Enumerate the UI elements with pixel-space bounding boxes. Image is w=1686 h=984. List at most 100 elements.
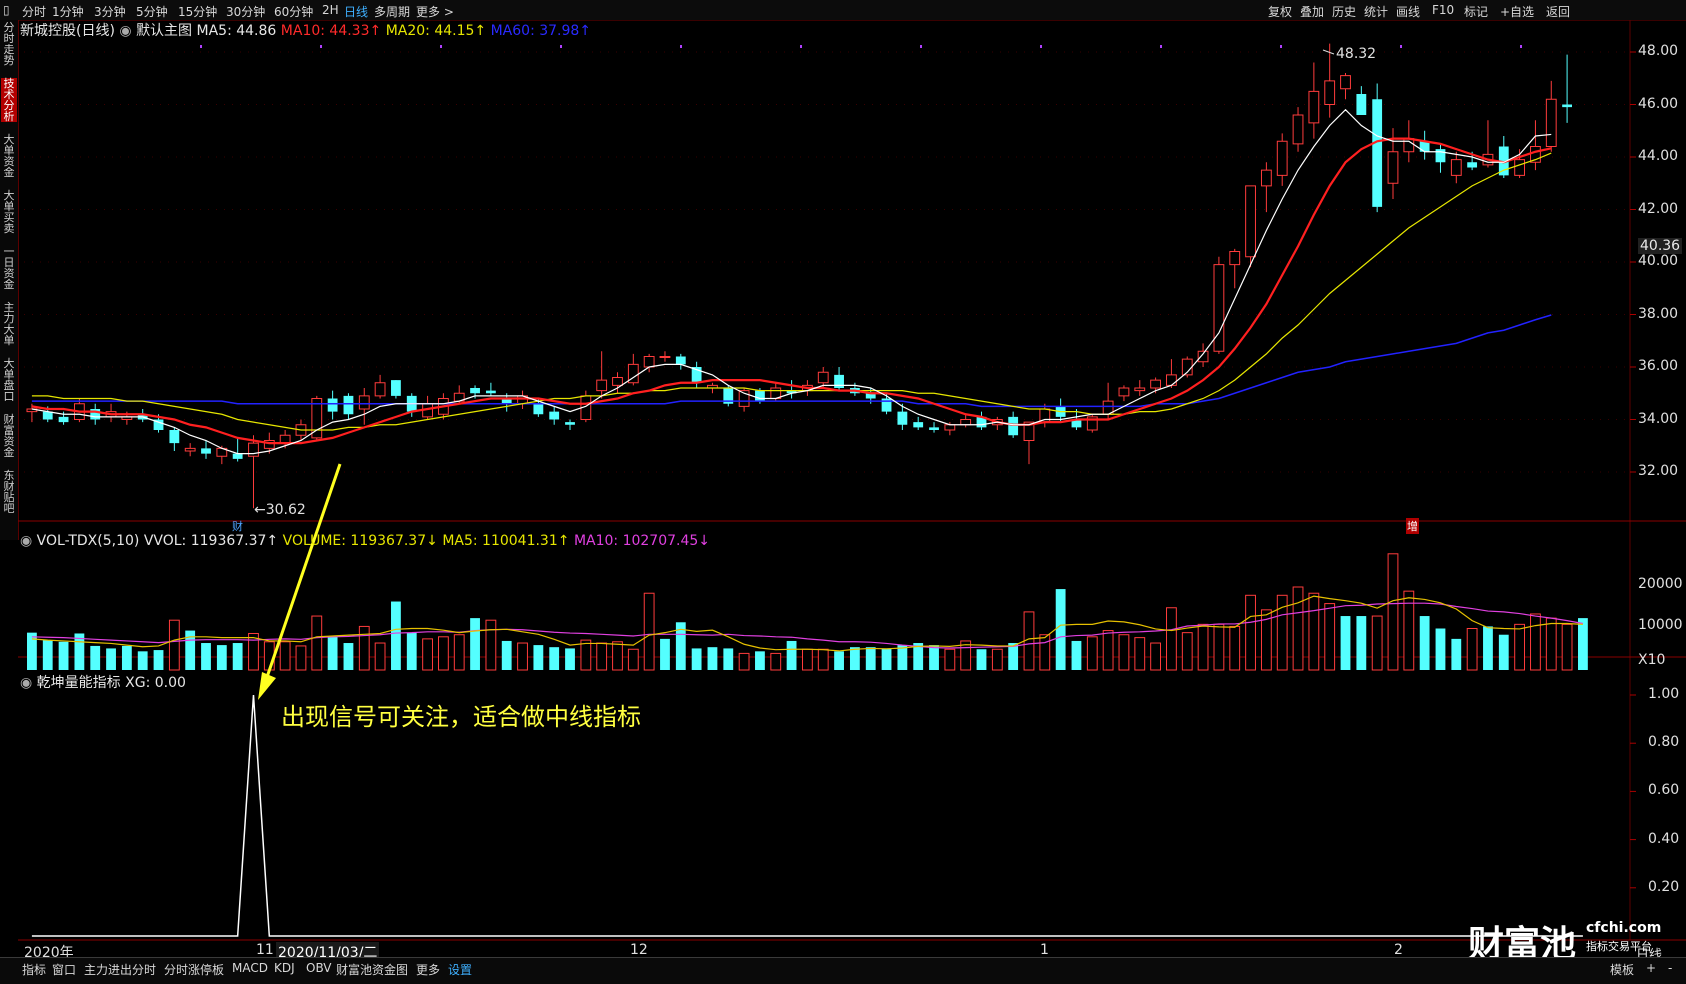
volume-bar (738, 652, 750, 671)
candle-body (834, 374, 844, 388)
candle-body (1245, 185, 1256, 258)
xg-signal-line (31, 694, 1583, 937)
macd-tab[interactable]: MACD (232, 961, 268, 975)
candle-body (391, 380, 401, 396)
candle-body (960, 419, 972, 426)
volume-bar (1134, 637, 1146, 671)
vol-ma5-value: MA5: 110041.31↑ (442, 533, 570, 549)
zoom-out-button[interactable]: - (1668, 961, 1672, 975)
annotation-arrowhead (258, 672, 276, 700)
volume-bar (168, 619, 180, 671)
candle-body (944, 424, 956, 431)
volume-bar (1387, 553, 1399, 671)
indicator-name[interactable]: 乾坤量能指标 (37, 675, 121, 691)
candle-body (1372, 99, 1383, 207)
volume-bar (1150, 642, 1162, 671)
volume-bar (707, 647, 718, 670)
event-dot (920, 45, 922, 48)
volume-bar (1308, 592, 1320, 671)
candle-body (1450, 159, 1462, 176)
volume-bar (533, 645, 544, 670)
candle-body (1435, 149, 1446, 163)
volume-bar (1498, 634, 1509, 670)
volume-bar (817, 648, 829, 671)
kdj-tab[interactable]: KDJ (274, 961, 295, 975)
stock-chart[interactable] (0, 0, 1686, 983)
indicator-tab[interactable]: 指标 (22, 961, 46, 978)
event-dot (680, 45, 682, 48)
candle-body (1276, 140, 1288, 176)
candle-body (533, 403, 544, 415)
volume-bar (897, 645, 908, 670)
candle-body (485, 390, 496, 394)
volume-bar (106, 648, 116, 670)
candle-body (1008, 416, 1019, 436)
ma60-legend: MA60: 37.98↑ (490, 23, 592, 39)
vol-settings-icon[interactable]: ◉ (20, 533, 32, 549)
volume-bar (612, 641, 623, 671)
wealth-fund-chart-tab[interactable]: 财富池资金图 (336, 961, 408, 978)
finance-marker[interactable]: 财 (232, 518, 243, 534)
candle-body (201, 448, 211, 454)
zoom-in-button[interactable]: + (1646, 961, 1656, 975)
volume-bar (565, 648, 575, 670)
volume-bar (232, 643, 243, 670)
candle-body (343, 395, 354, 415)
low-price-label: ←30.62 (254, 502, 306, 518)
candle-body (1229, 251, 1241, 266)
price-tick-label: 36.00 (1638, 358, 1679, 374)
volume-bar (391, 601, 401, 670)
candle-body (279, 434, 291, 444)
candle-body (1150, 379, 1162, 389)
template-name[interactable]: 默认主图 (136, 23, 192, 39)
volume-bar (90, 645, 101, 670)
template-button[interactable]: 模板 (1610, 961, 1634, 978)
watermark-site: cfchi.com (1586, 920, 1662, 936)
volume-bar (121, 645, 132, 670)
candle-body (248, 442, 259, 457)
candle-body (374, 382, 386, 397)
volume-bar (327, 636, 338, 670)
volume-bar (374, 642, 386, 671)
event-dot (1400, 45, 1402, 48)
watermark-sub: 指标交易平台 (1586, 940, 1652, 953)
volume-bar (137, 651, 148, 670)
candle-body (1308, 90, 1320, 124)
volume-bar (627, 648, 639, 671)
main-flow-tab[interactable]: 主力进出分时 (84, 961, 156, 978)
bottom-toolbar: 指标 窗口 主力进出分时 分时涨停板 MACD KDJ OBV 财富池资金图 更… (0, 957, 1686, 984)
candle-body (1340, 75, 1351, 90)
candle-body (470, 388, 480, 394)
volume-legend: ◉ VOL-TDX(5,10) VVOL: 119367.37↑ VOLUME:… (20, 533, 710, 549)
volume-bar (660, 638, 670, 670)
obv-tab[interactable]: OBV (306, 961, 332, 975)
volume-bar (422, 638, 433, 671)
ind-settings-icon[interactable]: ◉ (20, 675, 32, 691)
window-tab[interactable]: 窗口 (52, 961, 76, 978)
ma5-line (31, 108, 1552, 455)
high-pointer (1322, 49, 1335, 55)
indicator-tick-label: 1.00 (1648, 686, 1680, 702)
volume-bar (485, 619, 497, 671)
vol-axis-20000: 20000 (1638, 576, 1683, 592)
settings-tab[interactable]: 设置 (448, 961, 472, 978)
vol-indicator-name[interactable]: VOL-TDX(5,10) (37, 533, 140, 549)
volume-bar (1466, 628, 1478, 671)
volume-bar (549, 647, 560, 670)
price-tick-label: 38.00 (1638, 305, 1679, 322)
more-tab[interactable]: 更多 (416, 961, 440, 978)
candle-body (897, 411, 908, 425)
limit-up-tab[interactable]: 分时涨停板 (164, 961, 224, 978)
candle-body (913, 422, 924, 428)
volume-bar (453, 634, 465, 671)
template-icon[interactable]: ◉ (119, 23, 131, 39)
price-tick-label: 46.00 (1638, 95, 1679, 112)
vol-ma10-value: MA10: 102707.45↓ (573, 533, 711, 549)
volume-bar (1197, 623, 1209, 671)
volume-bar (295, 645, 307, 671)
volume-bar (501, 640, 512, 670)
increase-marker[interactable]: 增 (1406, 518, 1419, 534)
volume-bar (1514, 623, 1526, 671)
candle-body (755, 390, 765, 402)
candle-body (1403, 138, 1415, 153)
